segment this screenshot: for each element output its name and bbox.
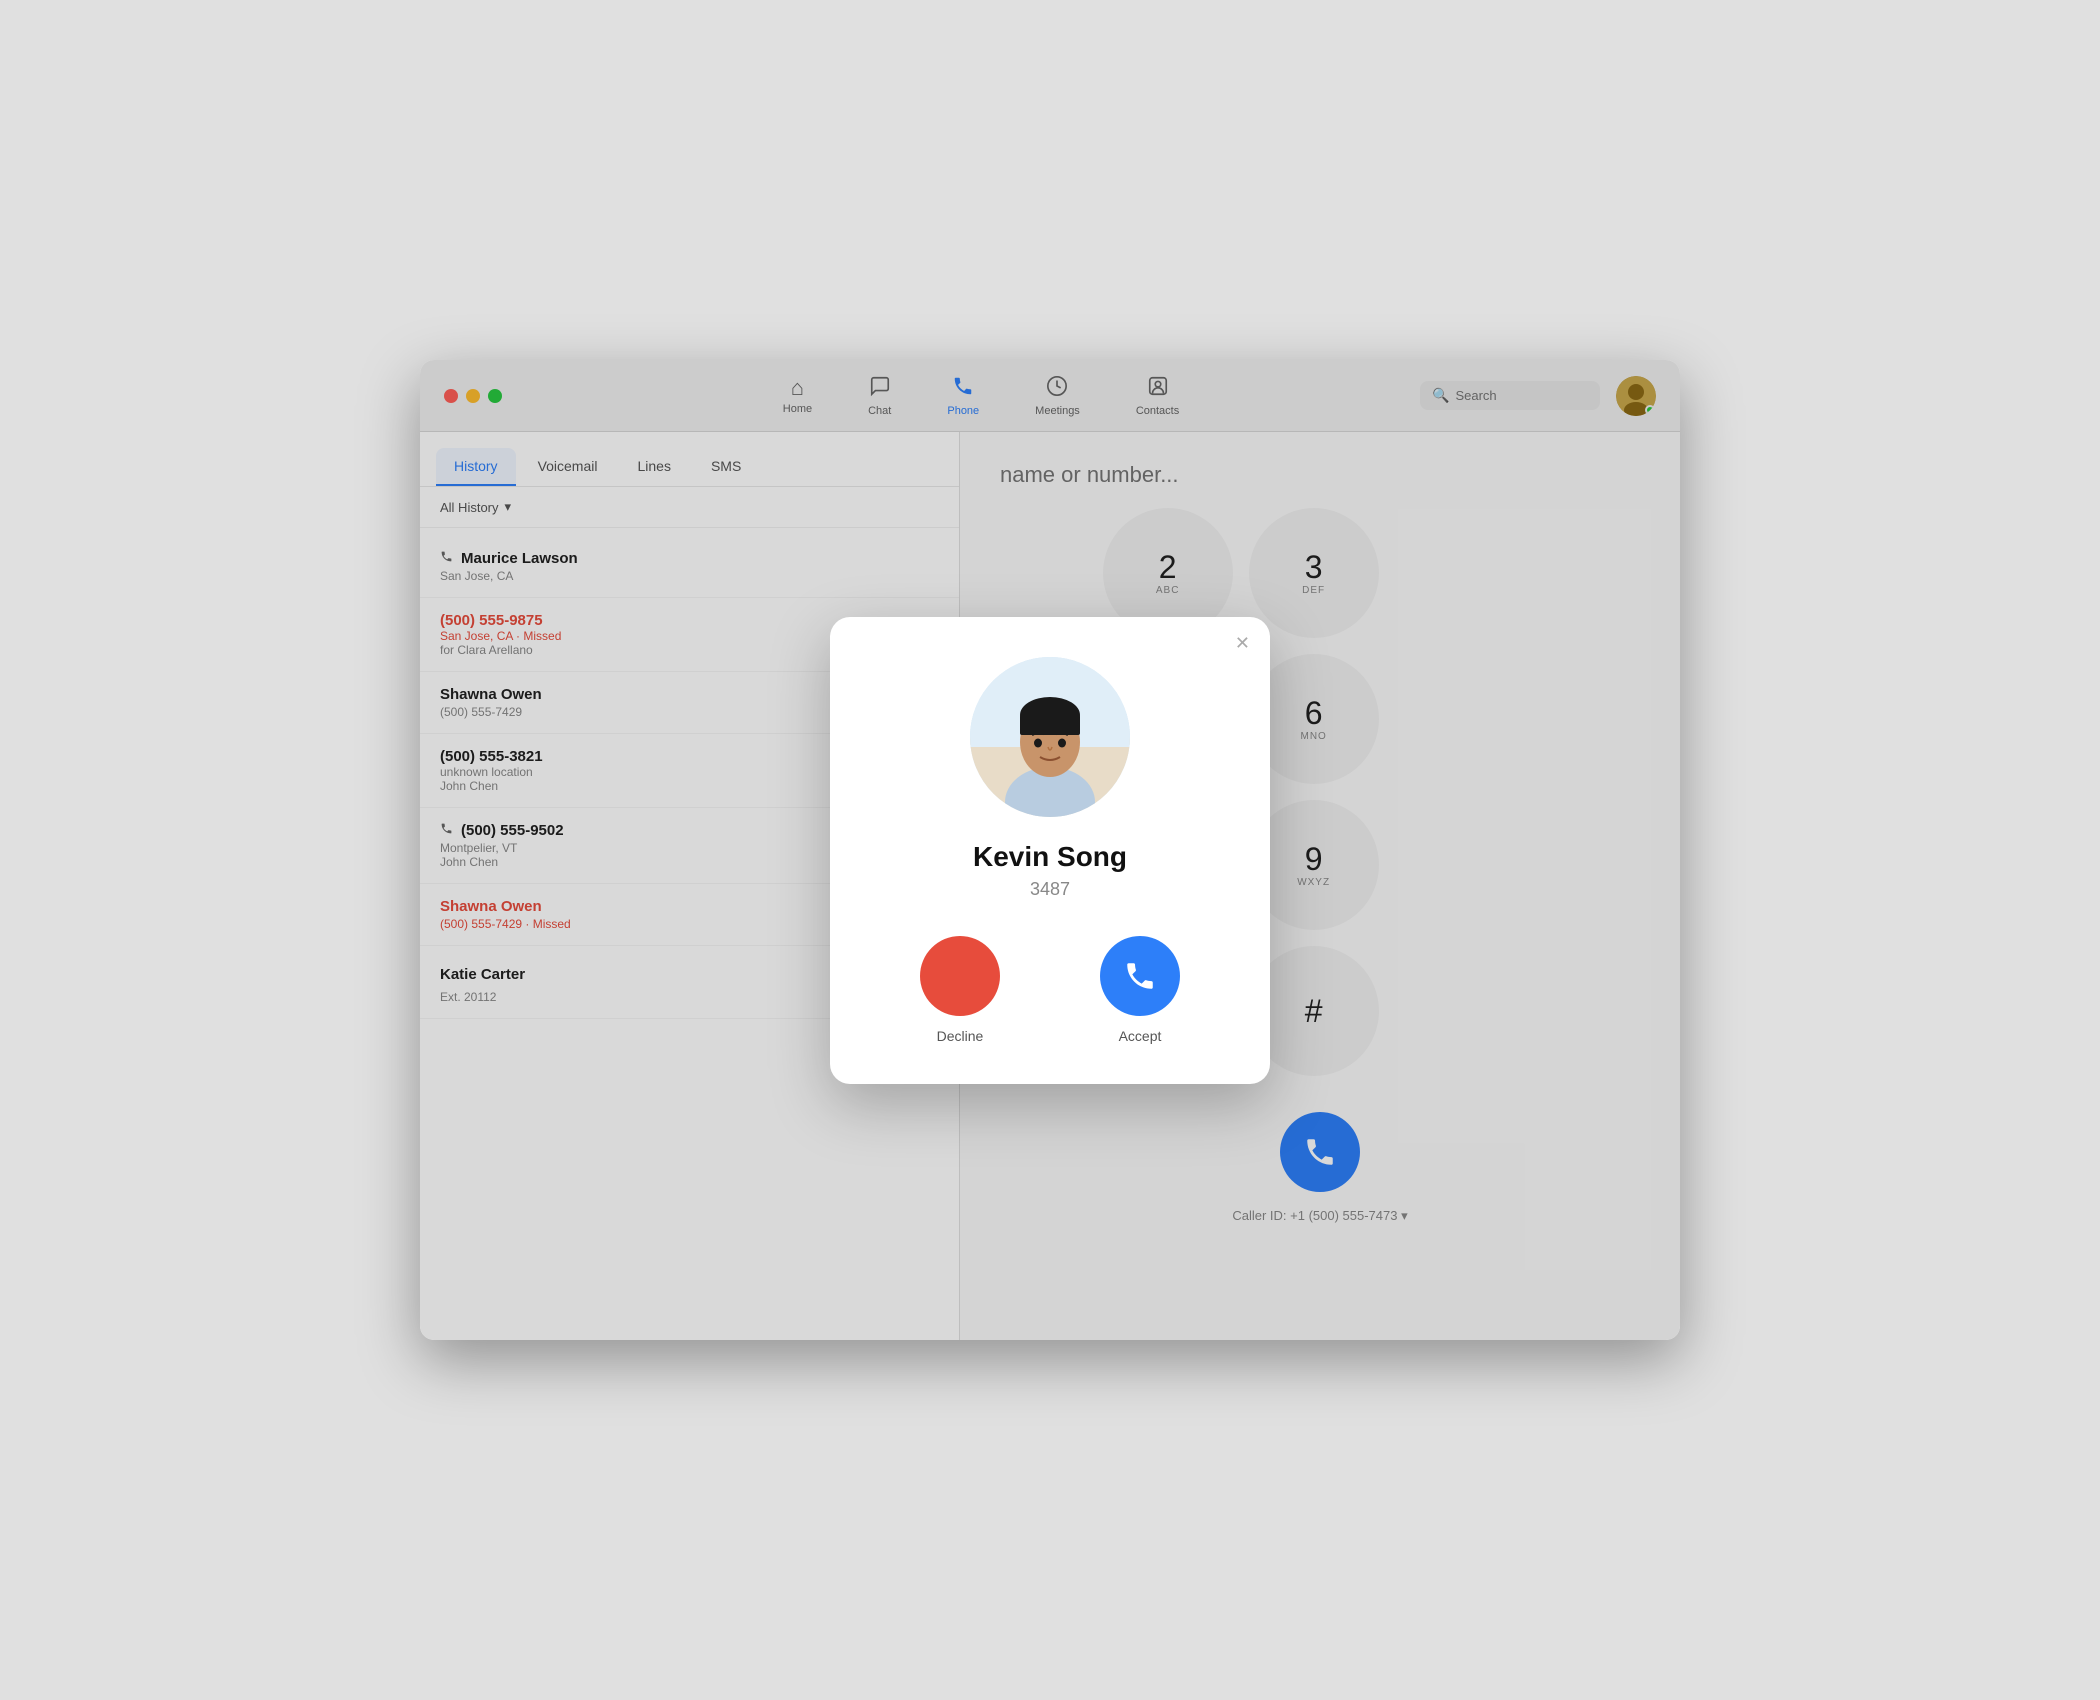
decline-button[interactable] — [920, 936, 1000, 1016]
caller-avatar — [970, 657, 1130, 817]
modal-overlay: ✕ — [420, 360, 1680, 1340]
modal-close-button[interactable]: ✕ — [1235, 633, 1250, 654]
decline-action: Decline — [920, 936, 1000, 1044]
accept-button[interactable] — [1100, 936, 1180, 1016]
call-action-row: Decline Accept — [870, 936, 1230, 1044]
accept-label: Accept — [1119, 1028, 1162, 1044]
incoming-call-modal: ✕ — [830, 617, 1270, 1084]
app-window: ⌂ Home Chat Phone — [420, 360, 1680, 1340]
decline-label: Decline — [937, 1028, 984, 1044]
accept-action: Accept — [1100, 936, 1180, 1044]
caller-ext: 3487 — [870, 879, 1230, 900]
caller-name: Kevin Song — [870, 841, 1230, 873]
